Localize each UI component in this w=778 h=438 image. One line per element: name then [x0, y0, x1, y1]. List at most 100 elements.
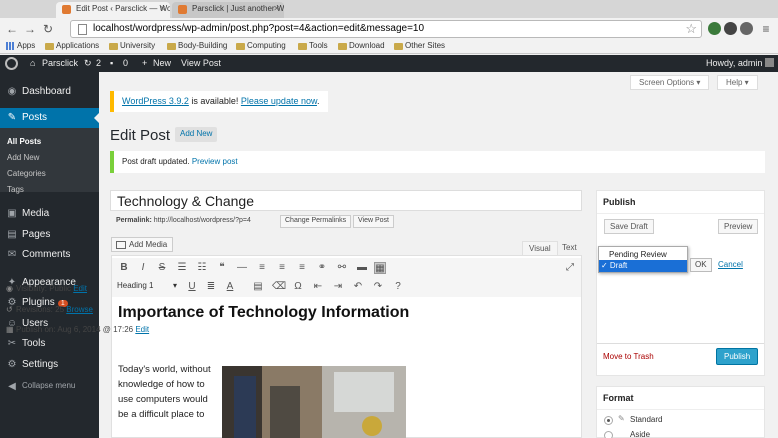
- fullscreen-icon[interactable]: ⤢: [564, 262, 576, 274]
- tab-visual[interactable]: Visual: [522, 241, 558, 255]
- sidebar-item-tools[interactable]: ✂ Tools: [0, 334, 99, 354]
- post-editor[interactable]: B I S ☰ ☷ ❝ — ≡ ≡ ≡ ⚭ ⚯ ▬ ▦ ⤢ Heading 1 …: [111, 255, 582, 438]
- paste-as-text-icon[interactable]: ▤: [252, 281, 264, 293]
- change-permalinks-button[interactable]: Change Permalinks: [280, 215, 352, 228]
- screen-options-button[interactable]: Screen Options ▾: [630, 75, 710, 90]
- publish-button[interactable]: Publish: [716, 348, 759, 365]
- format-select[interactable]: Heading 1 ▾: [117, 281, 177, 294]
- menu-icon[interactable]: ≡: [758, 21, 774, 37]
- insert-link-icon[interactable]: ⚭: [316, 262, 328, 274]
- numbered-list-icon[interactable]: ☷: [196, 262, 208, 274]
- align-center-icon[interactable]: ≡: [276, 262, 288, 274]
- status-option-draft[interactable]: ✓ Draft: [599, 260, 687, 272]
- add-media-button[interactable]: Add Media: [111, 237, 174, 252]
- sidebar-item-pages[interactable]: ▤ Pages: [0, 225, 99, 245]
- updates-count[interactable]: 2: [96, 58, 101, 68]
- blockquote-icon[interactable]: ❝: [216, 262, 228, 274]
- bookmark-star-icon[interactable]: ☆: [685, 21, 697, 37]
- extension-icon[interactable]: [740, 22, 753, 35]
- wordpress-logo-icon[interactable]: [5, 57, 18, 70]
- updates-icon[interactable]: ↻: [84, 58, 92, 69]
- folder-icon: [298, 43, 307, 50]
- align-right-icon[interactable]: ≡: [296, 262, 308, 274]
- help-icon[interactable]: ?: [392, 281, 404, 293]
- align-left-icon[interactable]: ≡: [256, 262, 268, 274]
- post-status-dropdown[interactable]: Pending Review ✓ Draft: [598, 246, 688, 273]
- browse-revisions-link[interactable]: Browse: [66, 305, 93, 314]
- add-new-button[interactable]: Add New: [175, 127, 218, 142]
- tab-text[interactable]: Text: [556, 241, 583, 255]
- format-standard-label: Standard: [630, 415, 663, 424]
- extension-icon[interactable]: [708, 22, 721, 35]
- sidebar-item-comments[interactable]: ✉ Comments: [0, 245, 99, 265]
- bookmark-folder[interactable]: Tools: [298, 41, 328, 50]
- submenu-tags[interactable]: Tags: [7, 185, 24, 194]
- bookmark-folder[interactable]: Download: [338, 41, 385, 50]
- special-character-icon[interactable]: Ω: [292, 281, 304, 293]
- plus-icon[interactable]: +: [142, 58, 147, 68]
- new-content-link[interactable]: New: [153, 58, 171, 68]
- undo-icon[interactable]: ↶: [352, 281, 364, 293]
- preview-post-link[interactable]: Preview post: [192, 157, 238, 166]
- bookmark-folder[interactable]: University: [109, 41, 155, 50]
- italic-icon[interactable]: I: [137, 262, 149, 274]
- permalink-url[interactable]: http://localhost/wordpress/?p=4: [154, 217, 251, 224]
- format-standard-radio[interactable]: [604, 416, 613, 425]
- bookmark-folder[interactable]: Other Sites: [394, 41, 445, 50]
- close-tab-icon[interactable]: ✕: [273, 4, 280, 13]
- underline-icon[interactable]: U: [186, 281, 198, 293]
- outdent-icon[interactable]: ⇤: [312, 281, 324, 293]
- submenu-categories[interactable]: Categories: [7, 169, 46, 178]
- horizontal-line-icon[interactable]: —: [236, 262, 248, 274]
- close-tab-icon[interactable]: ✕: [159, 4, 166, 13]
- submenu-all-posts[interactable]: All Posts: [7, 137, 41, 146]
- move-to-trash-link[interactable]: Move to Trash: [603, 352, 654, 361]
- forward-icon[interactable]: →: [22, 21, 38, 37]
- preview-button[interactable]: Preview: [718, 219, 759, 234]
- sidebar-collapse-menu[interactable]: ◀ Collapse menu: [0, 377, 99, 397]
- view-post-button[interactable]: View Post: [353, 215, 394, 228]
- format-aside-radio[interactable]: [604, 431, 613, 438]
- sidebar-item-settings[interactable]: ⚙ Settings: [0, 355, 99, 375]
- publish-date-edit-link[interactable]: Edit: [135, 325, 149, 334]
- comments-icon[interactable]: ▪: [110, 58, 113, 68]
- wordpress-version-link[interactable]: WordPress 3.9.2: [122, 96, 189, 106]
- read-more-icon[interactable]: ▬: [356, 262, 368, 274]
- site-name-link[interactable]: Parsclick: [42, 58, 78, 68]
- visibility-edit-link[interactable]: Edit: [73, 284, 87, 293]
- bullet-list-icon[interactable]: ☰: [176, 262, 188, 274]
- back-icon[interactable]: ←: [4, 21, 20, 37]
- avatar[interactable]: [765, 58, 774, 67]
- submenu-add-new[interactable]: Add New: [7, 153, 39, 162]
- justify-icon[interactable]: ≣: [205, 281, 217, 293]
- clear-formatting-icon[interactable]: ⌫: [272, 281, 286, 293]
- reload-icon[interactable]: ↻: [40, 21, 56, 37]
- view-post-link[interactable]: View Post: [181, 58, 221, 68]
- status-cancel-link[interactable]: Cancel: [718, 260, 743, 269]
- address-bar[interactable]: localhost/wordpress/wp-admin/post.php?po…: [70, 20, 702, 38]
- comments-count[interactable]: 0: [123, 58, 128, 68]
- bold-icon[interactable]: B: [118, 262, 130, 274]
- bookmark-folder[interactable]: Applications: [45, 41, 99, 50]
- sidebar-item-posts[interactable]: ✎ Posts: [0, 108, 99, 128]
- status-ok-button[interactable]: OK: [690, 258, 712, 272]
- toolbar-toggle-icon[interactable]: ▦: [374, 262, 386, 274]
- browser-tab-active[interactable]: Edit Post ‹ Parsclick — Wo ✕: [56, 2, 170, 18]
- howdy-user-link[interactable]: Howdy, admin: [706, 58, 762, 68]
- text-color-icon[interactable]: A: [224, 281, 236, 293]
- extension-icon[interactable]: [724, 22, 737, 35]
- update-now-link[interactable]: Please update now: [241, 96, 317, 106]
- sidebar-item-media[interactable]: ▣ Media: [0, 204, 99, 224]
- bookmark-folder[interactable]: Body-Building: [167, 41, 227, 50]
- post-title-input[interactable]: Technology & Change: [110, 190, 582, 211]
- sidebar-item-dashboard[interactable]: ◉ Dashboard: [0, 82, 99, 102]
- redo-icon[interactable]: ↷: [372, 281, 384, 293]
- indent-icon[interactable]: ⇥: [332, 281, 344, 293]
- remove-link-icon[interactable]: ⚯: [336, 262, 348, 274]
- bookmark-folder[interactable]: Computing: [236, 41, 286, 50]
- strikethrough-icon[interactable]: S: [156, 262, 168, 274]
- bookmark-apps[interactable]: Apps: [6, 41, 35, 50]
- save-draft-button[interactable]: Save Draft: [604, 219, 654, 234]
- help-button[interactable]: Help ▾: [717, 75, 758, 90]
- browser-tab[interactable]: Parsclick | Just another W ✕: [172, 2, 284, 18]
